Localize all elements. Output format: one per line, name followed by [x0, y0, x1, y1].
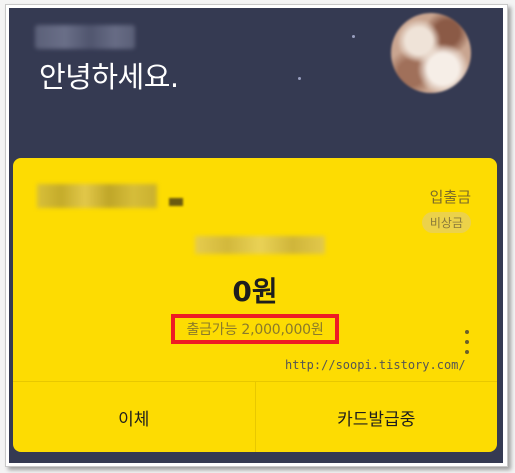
dot-icon [465, 350, 469, 354]
blurred-account-number [195, 236, 325, 254]
dot-icon [465, 330, 469, 334]
decor-star [298, 77, 301, 80]
inout-link[interactable]: 입출금 [430, 186, 471, 207]
account-card[interactable]: 입출금 비상금 0원 출금가능 2,000,000원 http://soopi.… [13, 158, 497, 452]
profile-avatar[interactable] [391, 13, 471, 93]
withdrawable-amount: 출금가능 2,000,000원 [186, 322, 324, 338]
balance-amount: 0원 [232, 275, 278, 308]
card-issue-button[interactable]: 카드발급중 [254, 382, 498, 452]
more-options-icon[interactable] [465, 330, 469, 354]
emergency-fund-badge[interactable]: 비상금 [421, 212, 471, 233]
watermark-text: http://soopi.tistory.com/ [285, 358, 466, 372]
blurred-user-name [35, 25, 135, 49]
transfer-button[interactable]: 이체 [13, 382, 255, 452]
app-screen: 안녕하세요. 입출금 비상금 0원 출금가능 2,000,000원 http:/… [9, 8, 503, 463]
decor-star [352, 35, 355, 38]
blurred-account-name [37, 184, 157, 208]
card-actions: 이체 카드발급중 [13, 381, 497, 452]
greeting-text: 안녕하세요. [39, 60, 179, 94]
dot-icon [465, 340, 469, 344]
withdrawable-highlight: 출금가능 2,000,000원 [171, 314, 339, 344]
blurred-account-mark [169, 198, 183, 206]
